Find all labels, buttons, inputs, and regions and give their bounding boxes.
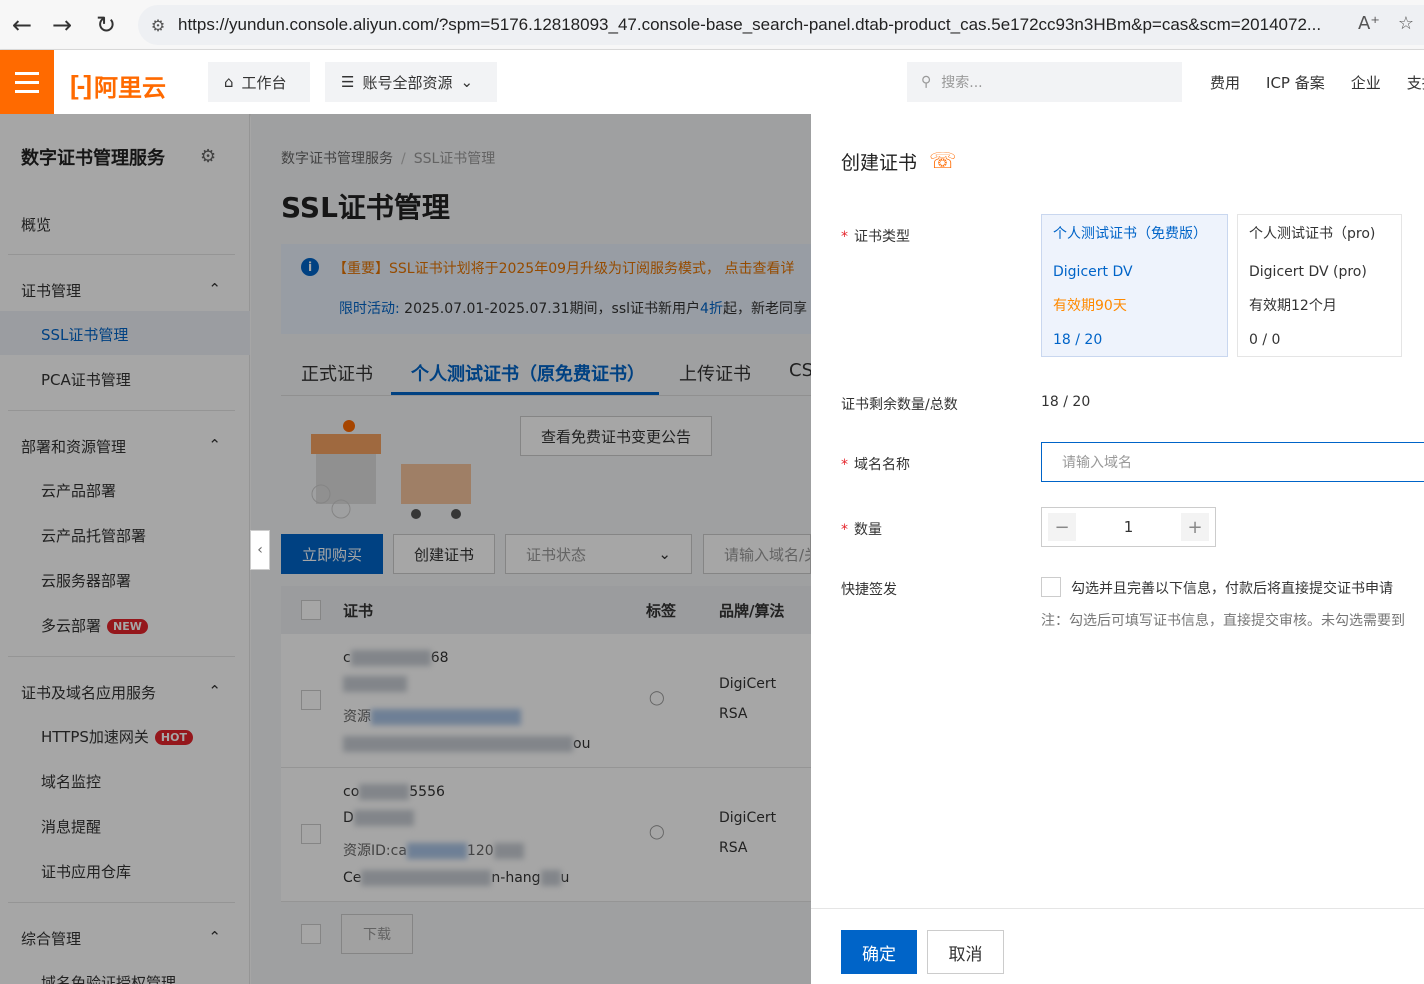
confirm-button[interactable]: 确定 — [841, 930, 917, 974]
top-link-enterprise[interactable]: 企业 — [1351, 72, 1381, 93]
cert-card-free[interactable]: 个人测试证书（免费版） Digicert DV 有效期90天 18 / 20 — [1041, 214, 1228, 357]
cert-type-label: * 证书类型 — [841, 229, 910, 245]
aliyun-logo-mark-icon: [-] — [70, 70, 92, 100]
quick-issue-label: 快捷签发 — [841, 582, 897, 598]
quantity-stepper: − 1 + — [1041, 507, 1216, 547]
hamburger-menu-icon[interactable] — [0, 50, 54, 114]
drawer-footer: 确定 取消 — [811, 908, 1424, 984]
cert-card-pro[interactable]: 个人测试证书（pro) Digicert DV (pro) 有效期12个月 0 … — [1237, 214, 1402, 357]
remaining-value: 18 / 20 — [1041, 394, 1091, 410]
cancel-button[interactable]: 取消 — [927, 930, 1004, 974]
console-search-input[interactable]: ⚲ 搜索... — [907, 62, 1182, 102]
home-icon: ⌂ — [224, 73, 234, 91]
address-bar[interactable]: ⚙ https://yundun.console.aliyun.com/?spm… — [138, 5, 1424, 45]
plus-icon[interactable]: + — [1181, 513, 1209, 541]
modal-backdrop[interactable] — [0, 114, 811, 984]
minus-icon[interactable]: − — [1048, 513, 1076, 541]
site-info-icon[interactable]: ⚙ — [138, 16, 178, 35]
create-cert-drawer: 创建证书 ☏ * 证书类型 个人测试证书（免费版） Digicert DV 有效期… — [811, 114, 1424, 984]
stack-icon: ☰ — [341, 73, 355, 91]
chevron-down-icon: ⌄ — [460, 73, 474, 91]
quantity-label: * 数量 — [841, 522, 882, 538]
search-icon: ⚲ — [921, 74, 932, 90]
url-text: https://yundun.console.aliyun.com/?spm=5… — [178, 15, 1322, 34]
aliyun-logo[interactable]: [-] 阿里云 — [70, 68, 166, 103]
top-link-icp[interactable]: ICP 备案 — [1266, 72, 1325, 93]
remaining-label: 证书剩余数量/总数 — [841, 397, 958, 413]
top-link-fees[interactable]: 费用 — [1210, 72, 1240, 93]
headset-support-icon[interactable]: ☏ — [929, 149, 957, 174]
workbench-button[interactable]: ⌂ 工作台 — [208, 62, 310, 102]
domain-label: * 域名名称 — [841, 457, 910, 473]
quick-issue-checkbox[interactable] — [1041, 577, 1061, 597]
browser-toolbar: ← → ↻ ⚙ https://yundun.console.aliyun.co… — [0, 0, 1424, 50]
collapse-sidebar-chevron-left-icon[interactable]: ‹ — [250, 530, 270, 570]
reload-icon[interactable]: ↻ — [84, 0, 128, 50]
console-top-nav: [-] 阿里云 ⌂ 工作台 ☰ 账号全部资源 ⌄ ⚲ 搜索... 费用 ICP … — [0, 50, 1424, 114]
top-link-support[interactable]: 支持 — [1407, 72, 1424, 93]
quick-issue-text: 勾选并且完善以下信息，付款后将直接提交证书申请 — [1071, 581, 1393, 597]
back-icon[interactable]: ← — [0, 0, 44, 50]
domain-input[interactable]: 请输入域名 — [1041, 442, 1424, 482]
favorite-star-icon[interactable]: ☆ — [1398, 13, 1414, 34]
read-aloud-icon[interactable]: A⁺ — [1358, 13, 1380, 34]
drawer-title: 创建证书 ☏ — [841, 149, 957, 174]
resources-dropdown[interactable]: ☰ 账号全部资源 ⌄ — [325, 62, 497, 102]
quick-issue-note: 注：勾选后可填写证书信息，直接提交审核。未勾选需要到 — [1041, 613, 1405, 629]
top-links: 费用 ICP 备案 企业 支持 — [1210, 72, 1424, 93]
forward-icon[interactable]: → — [40, 0, 84, 50]
